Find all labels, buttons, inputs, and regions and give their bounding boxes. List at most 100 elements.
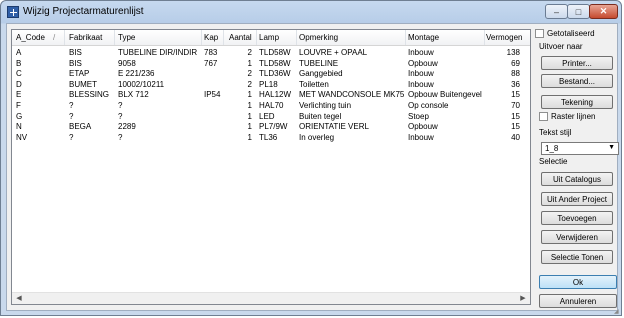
list-header: A_Code / Fabrikaat Type Kap Aantal Lamp …	[12, 30, 530, 46]
scroll-right-icon[interactable]: ▶	[517, 294, 529, 303]
horizontal-scrollbar[interactable]: ◀ ▶	[12, 292, 530, 304]
sort-indicator-icon: /	[53, 33, 56, 42]
uit-catalogus-button[interactable]: Uit Catalogus	[541, 172, 613, 186]
cell-a-code: A	[16, 48, 22, 57]
column-header-kap[interactable]: Kap	[204, 33, 218, 42]
cell-aantal: 1	[247, 132, 252, 142]
column-separator[interactable]	[64, 30, 65, 45]
table-row[interactable]: A BIS TUBELINE DIR/INDIR 783 2 TLD58W LOUVRE +…	[12, 48, 530, 58]
printer-button[interactable]: Printer...	[541, 56, 613, 70]
cell-lamp: HAL12W	[259, 90, 292, 100]
cell-aantal: 1	[247, 122, 252, 132]
cell-opmerking: Toiletten	[299, 79, 329, 89]
cell-lamp: LED	[259, 111, 275, 121]
column-separator[interactable]	[223, 30, 224, 45]
cell-a-code: D	[16, 79, 22, 89]
side-panel: Getotaliseerd Uitvoer naar Printer... Be…	[535, 24, 619, 312]
cell-a-code: E	[16, 90, 22, 100]
getotaliseerd-label: Getotaliseerd	[547, 29, 595, 38]
ok-button[interactable]: Ok	[539, 275, 617, 289]
cell-aantal: 1	[247, 101, 252, 110]
app-icon	[7, 6, 19, 18]
cell-type: ?	[118, 111, 123, 121]
cell-aantal: 2	[247, 48, 252, 57]
table-row[interactable]: NV?? 1 TL36 In overleg Inbouw 40	[12, 133, 530, 143]
column-header-montage[interactable]: Montage	[408, 33, 439, 42]
chevron-down-icon[interactable]: ▼	[608, 144, 615, 151]
cell-type: TUBELINE DIR/INDIR	[118, 48, 198, 57]
table-row[interactable]: E BLESSING BLX 712 IP54 1 HAL12W MET WANDCONSO…	[12, 90, 530, 100]
column-separator[interactable]	[484, 30, 485, 45]
cell-type: 10002/10211	[118, 79, 165, 89]
column-header-aantal[interactable]: Aantal	[229, 33, 252, 42]
verwijderen-button[interactable]: Verwijderen	[541, 230, 613, 244]
cell-type: 2289	[118, 122, 136, 132]
table-row[interactable]: G?? 1 LED Buiten tegel Stoep 15	[12, 112, 530, 122]
cell-opmerking: In overleg	[299, 132, 335, 142]
getotaliseerd-checkbox[interactable]	[535, 29, 544, 38]
title-bar[interactable]: Wijzig Projectarmaturenlijst – □ ✕	[1, 1, 621, 23]
cell-vermogen: 15	[511, 122, 520, 132]
cell-vermogen: 69	[511, 58, 520, 68]
column-separator[interactable]	[405, 30, 406, 45]
minimize-button[interactable]: –	[545, 4, 568, 19]
toevoegen-button[interactable]: Toevoegen	[541, 211, 613, 225]
table-row[interactable]: B BIS 9058 767 1 TLD58W TUBELINE Opbouw 69	[12, 59, 530, 69]
column-separator[interactable]	[296, 30, 297, 45]
tekst-stijl-label: Tekst stijl	[539, 128, 572, 137]
cell-opmerking: MET WANDCONSOLE MK75	[299, 90, 405, 100]
column-header-vermogen[interactable]: Vermogen	[486, 33, 522, 42]
cell-kap: IP54	[204, 90, 221, 100]
bestand-button[interactable]: Bestand...	[541, 74, 613, 88]
cell-kap: 783	[204, 48, 218, 57]
cell-fabrikaat: ?	[69, 132, 74, 142]
resize-grip-icon[interactable]: ◢	[614, 308, 620, 315]
uit-ander-project-button[interactable]: Uit Ander Project	[541, 192, 613, 206]
column-header-lamp[interactable]: Lamp	[259, 33, 279, 42]
maximize-button[interactable]: □	[567, 4, 590, 19]
column-separator[interactable]	[114, 30, 115, 45]
cell-montage: Inbouw	[408, 132, 434, 142]
close-button[interactable]: ✕	[589, 4, 618, 19]
cell-a-code: NV	[16, 132, 28, 142]
column-separator[interactable]	[256, 30, 257, 45]
column-separator[interactable]	[201, 30, 202, 45]
column-header-fabrikaat[interactable]: Fabrikaat	[69, 33, 102, 42]
table-row[interactable]: N BEGA 2289 1 PL7/9W ORIENTATIE VERL Opbouw 15	[12, 122, 530, 132]
cell-montage: Opbouw	[408, 122, 438, 132]
column-header-type[interactable]: Type	[118, 33, 135, 42]
cell-fabrikaat: BUMET	[69, 79, 97, 89]
cell-vermogen: 70	[511, 101, 520, 110]
table-row[interactable]: F?? 1 HAL70 Verlichting tuin Op console 70	[12, 101, 530, 111]
cell-vermogen: 36	[511, 79, 520, 89]
table-row[interactable]: D BUMET 10002/10211 2 PL18 Toiletten Inbouw 36	[12, 80, 530, 90]
uitvoer-naar-label: Uitvoer naar	[539, 42, 583, 51]
selectie-tonen-button[interactable]: Selectie Tonen	[541, 250, 613, 264]
cell-aantal: 2	[247, 79, 252, 89]
cell-opmerking: ORIENTATIE VERL	[299, 122, 369, 132]
tekst-stijl-select[interactable]: 1_8 ▼	[541, 142, 619, 155]
annuleren-button[interactable]: Annuleren	[539, 294, 617, 308]
cell-aantal: 1	[247, 58, 252, 68]
raster-lijnen-checkbox[interactable]	[539, 112, 548, 121]
tekening-button[interactable]: Tekening	[541, 95, 613, 109]
column-header-a-code[interactable]: A_Code	[16, 33, 45, 42]
dialog-window: Wijzig Projectarmaturenlijst – □ ✕ A_Cod…	[0, 0, 622, 316]
cell-fabrikaat: BEGA	[69, 122, 92, 132]
table-row[interactable]: C ETAP E 221/236 2 TLD36W Ganggebied Inbouw 88	[12, 69, 530, 79]
cell-type: BLX 712	[118, 90, 149, 100]
cell-opmerking: TUBELINE	[299, 58, 339, 68]
cell-lamp: PL7/9W	[259, 122, 288, 132]
cell-a-code: F	[16, 101, 21, 110]
cell-type: E 221/236	[118, 69, 155, 79]
cell-lamp: TL36	[259, 132, 278, 142]
cell-lamp: TLD58W	[259, 58, 291, 68]
armaturen-list[interactable]: A_Code / Fabrikaat Type Kap Aantal Lamp …	[11, 29, 531, 305]
cell-type: ?	[118, 132, 123, 142]
scroll-left-icon[interactable]: ◀	[13, 294, 25, 303]
column-header-opmerking[interactable]: Opmerking	[299, 33, 338, 42]
cell-montage: Inbouw	[408, 79, 434, 89]
cell-montage: Op console	[408, 101, 449, 110]
cell-vermogen: 15	[511, 90, 520, 100]
cell-montage: Opbouw	[408, 58, 438, 68]
